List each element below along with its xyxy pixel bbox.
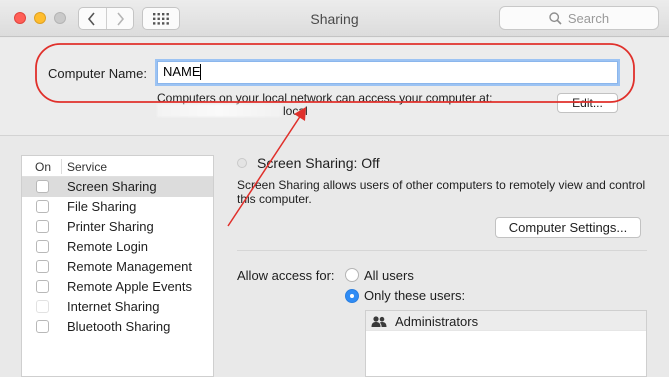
service-list-header: On Service	[22, 156, 213, 177]
service-label: Remote Management	[67, 259, 193, 274]
service-label: Bluetooth Sharing	[67, 319, 171, 334]
service-description: Screen Sharing allows users of other com…	[237, 178, 646, 206]
computer-name-field[interactable]: NAME	[157, 61, 618, 84]
on-column-header[interactable]: On	[35, 160, 51, 174]
service-column-header[interactable]: Service	[67, 160, 107, 174]
search-field[interactable]: Search	[499, 6, 659, 30]
group-icon	[371, 316, 387, 327]
service-label: File Sharing	[67, 199, 137, 214]
local-domain-suffix: local	[283, 104, 308, 118]
users-list-row[interactable]: Administrators	[366, 311, 646, 331]
service-status: Screen Sharing: Off	[257, 155, 380, 171]
title-bar: Sharing Search	[0, 0, 669, 37]
service-row-screen-sharing[interactable]: Screen Sharing	[22, 177, 213, 197]
local-access-text: Computers on your local network can acce…	[157, 91, 493, 105]
status-indicator	[237, 158, 247, 168]
service-label: Remote Apple Events	[67, 279, 193, 294]
service-label: Remote Login	[67, 239, 148, 254]
service-checkbox[interactable]	[36, 220, 49, 233]
service-row-internet-sharing[interactable]: Internet Sharing	[22, 297, 213, 317]
column-divider	[61, 159, 62, 174]
service-checkbox[interactable]	[36, 280, 49, 293]
search-icon	[549, 11, 562, 25]
service-label: Internet Sharing	[67, 299, 160, 314]
service-row-printer-sharing[interactable]: Printer Sharing	[22, 217, 213, 237]
edit-button[interactable]: Edit...	[557, 93, 618, 113]
only-these-users-radio[interactable]	[345, 289, 359, 303]
text-cursor	[200, 64, 201, 80]
user-group-label: Administrators	[395, 314, 479, 329]
service-label: Printer Sharing	[67, 219, 154, 234]
service-checkbox[interactable]	[36, 300, 49, 313]
service-checkbox[interactable]	[36, 320, 49, 333]
users-list: Administrators	[365, 310, 647, 377]
computer-settings-button[interactable]: Computer Settings...	[495, 217, 641, 238]
service-row-remote-apple-events[interactable]: Remote Apple Events	[22, 277, 213, 297]
service-label: Screen Sharing	[67, 179, 157, 194]
all-users-radio[interactable]	[345, 268, 359, 282]
separator	[237, 250, 647, 251]
allow-access-label: Allow access for:	[237, 268, 335, 283]
all-users-label[interactable]: All users	[364, 268, 414, 283]
service-row-bluetooth-sharing[interactable]: Bluetooth Sharing	[22, 317, 213, 337]
service-checkbox[interactable]	[36, 180, 49, 193]
redacted-hostname	[157, 104, 282, 117]
computer-name-label: Computer Name:	[48, 66, 147, 81]
service-row-remote-management[interactable]: Remote Management	[22, 257, 213, 277]
service-checkbox[interactable]	[36, 260, 49, 273]
service-checkbox[interactable]	[36, 200, 49, 213]
only-these-users-label[interactable]: Only these users:	[364, 288, 465, 303]
service-row-remote-login[interactable]: Remote Login	[22, 237, 213, 257]
service-list: On Service Screen Sharing File Sharing P…	[21, 155, 214, 377]
service-checkbox[interactable]	[36, 240, 49, 253]
service-row-file-sharing[interactable]: File Sharing	[22, 197, 213, 217]
search-placeholder: Search	[567, 10, 610, 26]
computer-name-section	[0, 38, 669, 136]
